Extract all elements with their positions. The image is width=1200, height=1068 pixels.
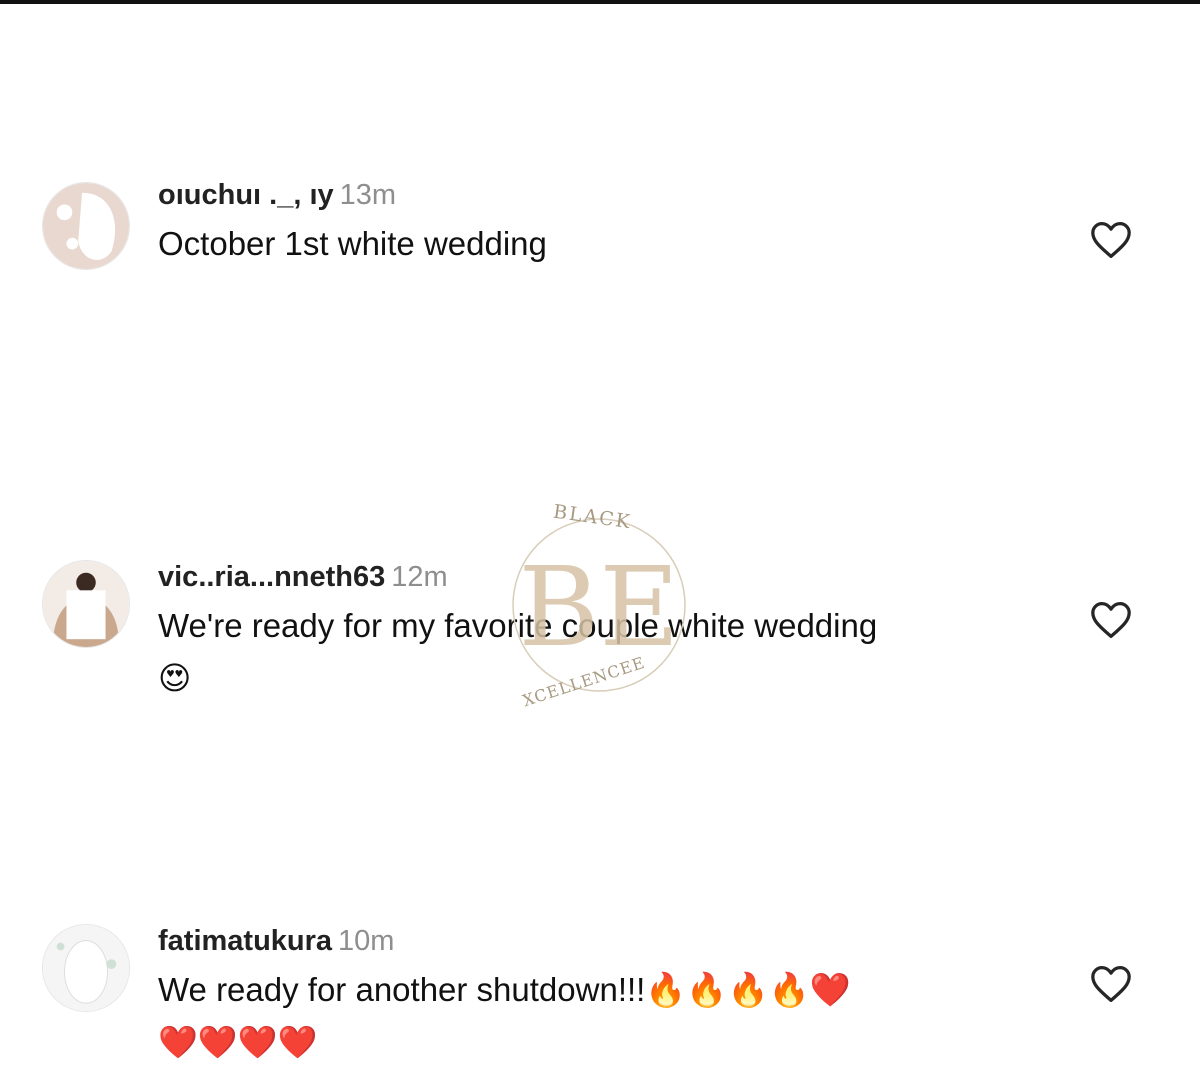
comment-body: We ready for another shutdown!!!🔥🔥🔥🔥❤️ [158,971,851,1008]
top-border [0,0,1200,4]
comment-text: We ready for another shutdown!!!🔥🔥🔥🔥❤️ ❤… [158,964,1058,1068]
username[interactable]: fatimatukura [158,925,332,957]
comment-time: 12m [391,561,448,593]
username[interactable]: oıuchuı ._, ıy [158,179,334,211]
heart-outline-icon[interactable] [1088,220,1134,260]
avatar[interactable] [42,182,130,270]
heart-outline-icon[interactable] [1088,964,1134,1004]
username[interactable]: vic..ria...nneth63 [158,561,385,593]
comment-time: 10m [338,925,395,957]
emoji-heart-eyes: 😍 [158,659,192,697]
avatar[interactable] [42,560,130,648]
comment-text: October 1st white wedding [158,218,1058,270]
emoji-hearts: ❤️❤️❤️❤️ [158,1023,318,1061]
comment-body: October 1st white wedding [158,225,547,262]
watermark-top-text: BLACK [551,500,634,534]
comment-time: 13m [339,179,397,211]
comment-text: We're ready for my favorite couple white… [158,600,1058,704]
comment-body: We're ready for my favorite couple white… [158,607,878,644]
avatar[interactable] [42,924,130,1012]
heart-outline-icon[interactable] [1088,600,1134,640]
